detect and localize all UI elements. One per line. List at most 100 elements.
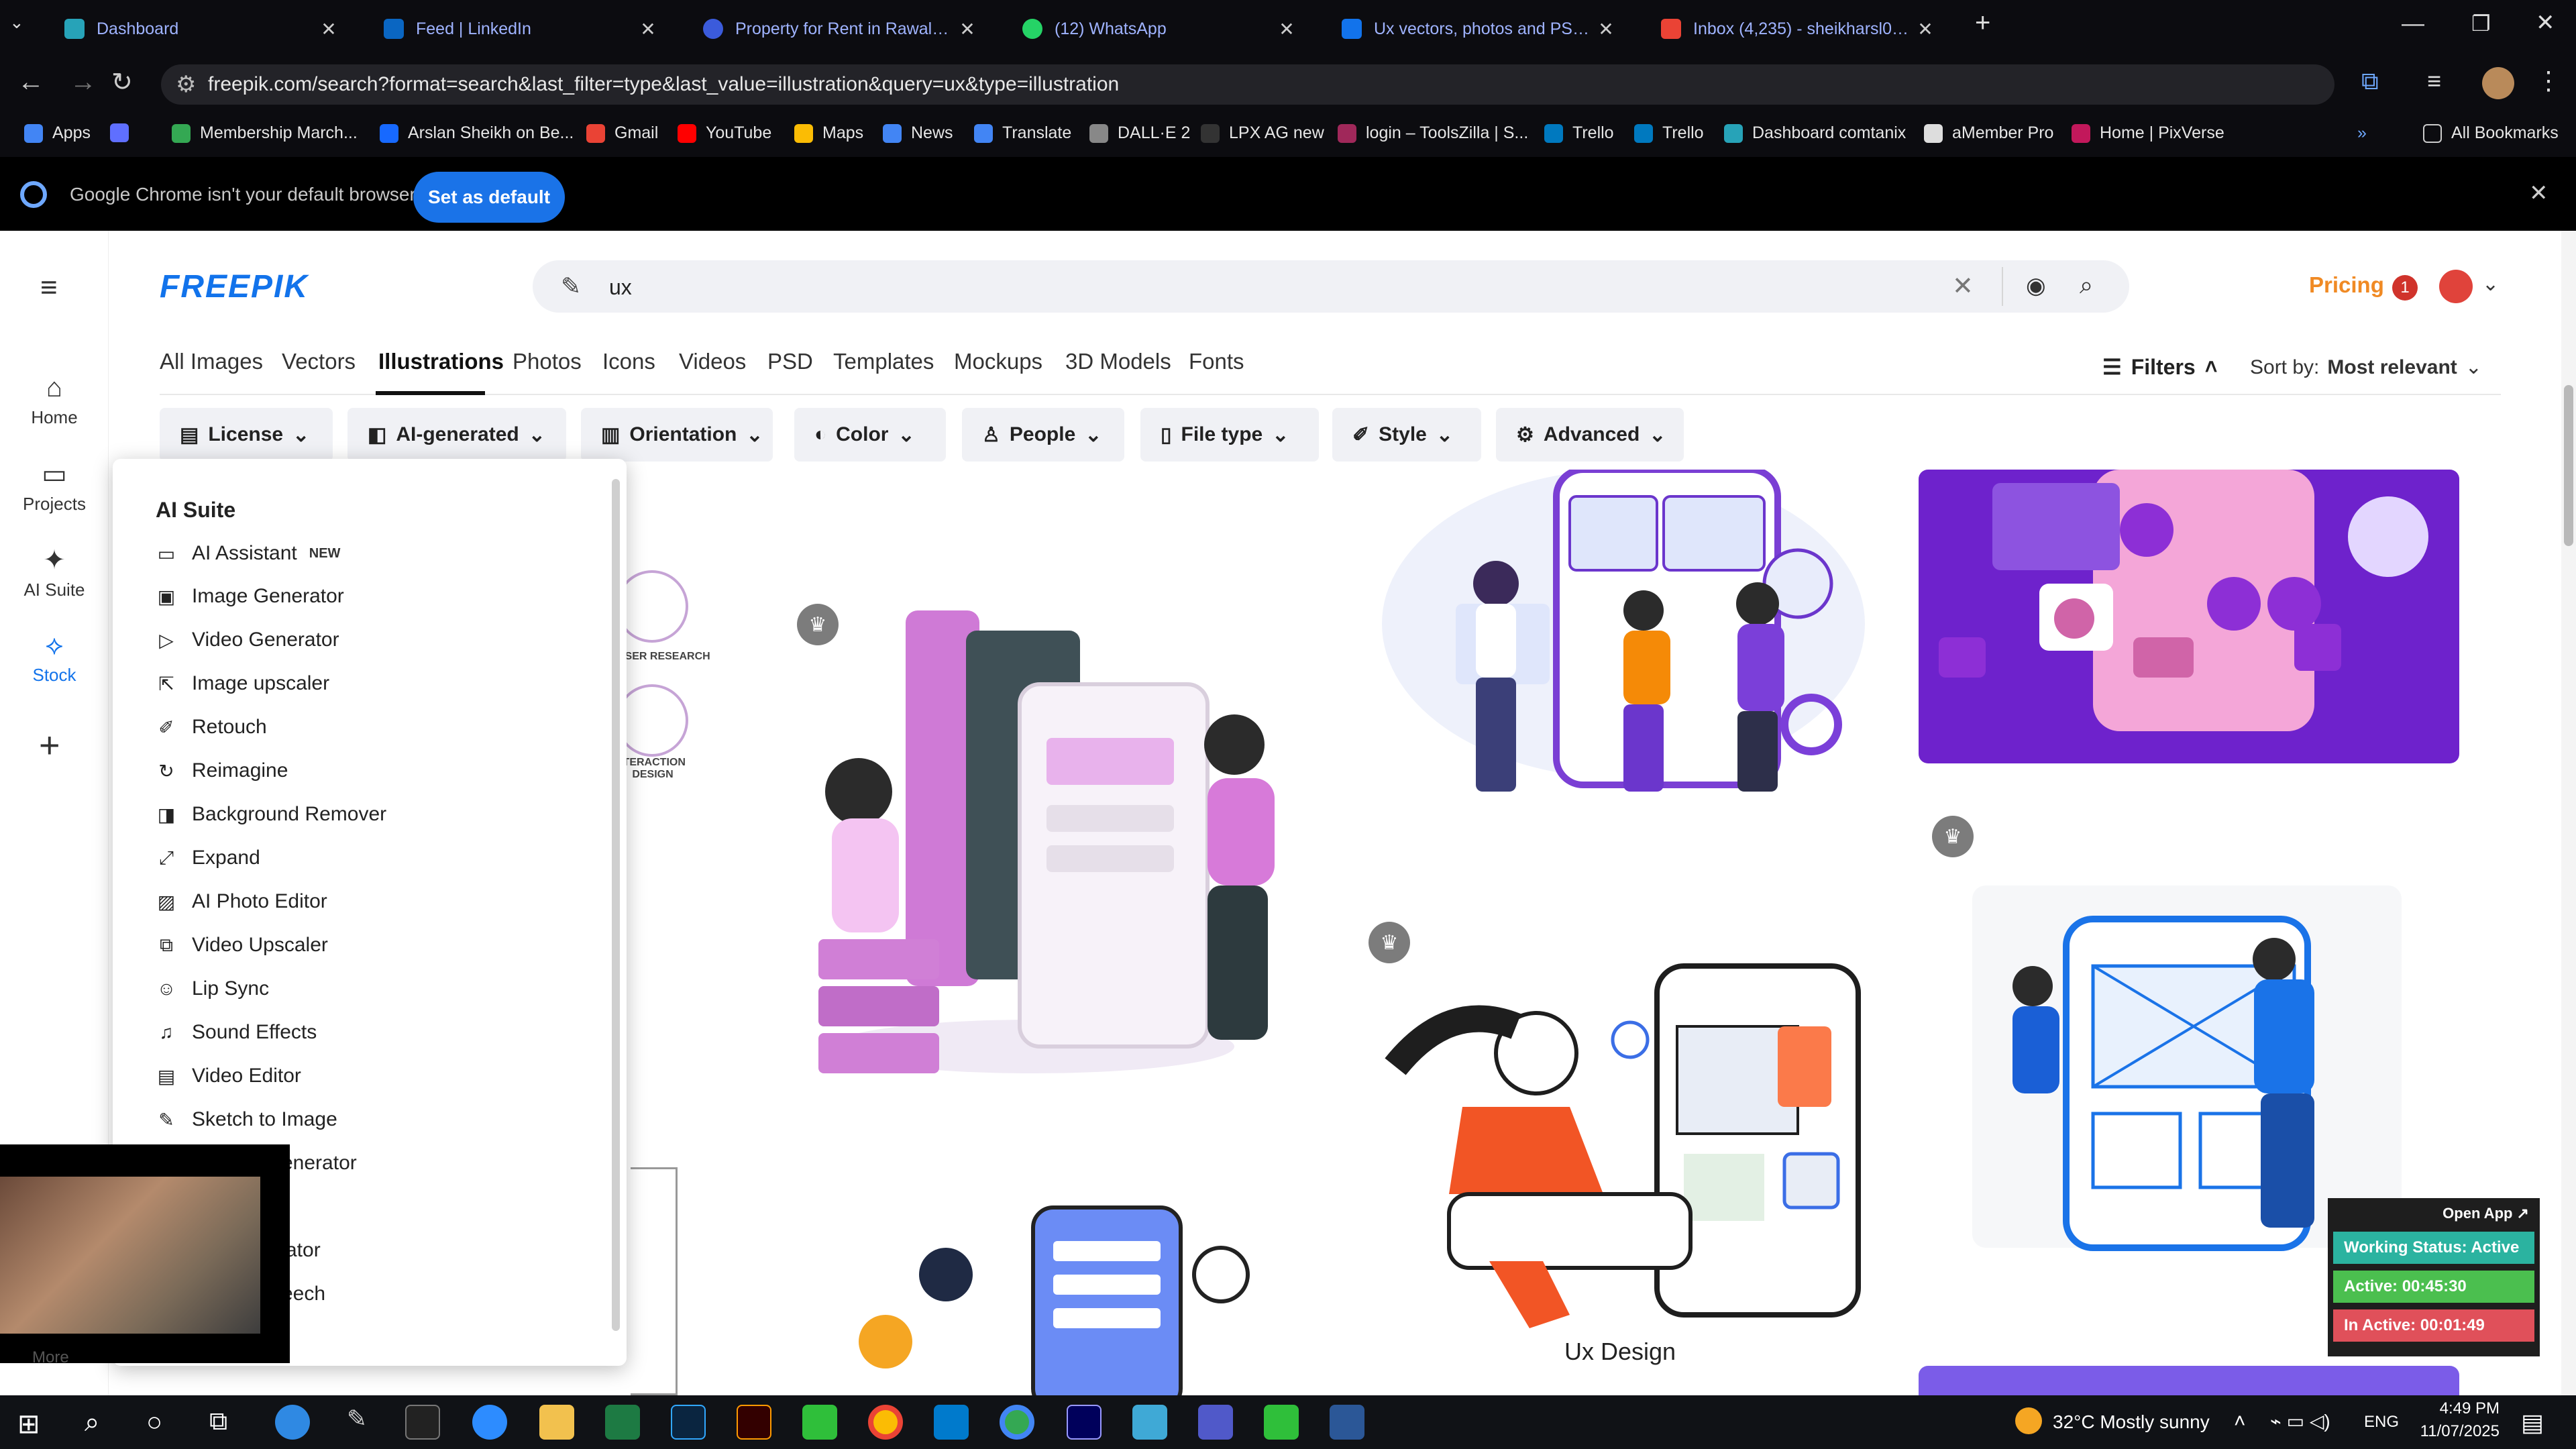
chrome-active-icon[interactable] (1000, 1405, 1034, 1440)
close-window-button[interactable]: ✕ (2536, 9, 2555, 36)
generator-item-partial[interactable]: enerator (282, 1152, 357, 1175)
bookmark-arslan[interactable]: Arslan Sheikh on Be... (380, 123, 574, 143)
tab-3d-models[interactable]: 3D Models (1065, 349, 1171, 374)
ai-assistant-item[interactable]: ▭ AI Assistant NEW (154, 542, 341, 565)
menu-scrollbar[interactable] (612, 479, 620, 1331)
edge-icon[interactable] (275, 1405, 310, 1440)
infobar-close-icon[interactable]: ✕ (2529, 180, 2548, 207)
close-icon[interactable]: ✕ (635, 18, 661, 40)
back-icon[interactable]: ← (17, 67, 44, 97)
menu-dots-icon[interactable]: ⋮ (2536, 66, 2561, 96)
bookmark-maps[interactable]: Maps (794, 123, 863, 143)
notification-center-icon[interactable]: ▤ (2521, 1409, 2544, 1437)
background-remover-item[interactable]: ◨ Background Remover (154, 803, 386, 826)
sketch-to-image-item[interactable]: ✎ Sketch to Image (154, 1108, 337, 1131)
freepik-logo[interactable]: FREEPIK (160, 268, 309, 305)
tab-property[interactable]: Property for Rent in Rawalpindi ✕ (679, 4, 994, 54)
media-icon[interactable]: ≡ (2427, 67, 2441, 95)
language-indicator[interactable]: ENG (2364, 1413, 2399, 1432)
tab-search-icon[interactable]: ⌄ (9, 12, 24, 33)
chrome-taskbar-icon[interactable] (868, 1405, 903, 1440)
reload-icon[interactable]: ↻ (111, 67, 133, 97)
image-card-ux-1[interactable]: ♛ (765, 470, 1315, 1093)
filter-orientation[interactable]: ▥ Orientation ⌄ (581, 408, 773, 462)
tab-illustrations[interactable]: Illustrations (378, 349, 504, 374)
tab-psd[interactable]: PSD (767, 349, 813, 374)
image-generator-item[interactable]: ▣ Image Generator (154, 585, 344, 608)
tab-mockups[interactable]: Mockups (954, 349, 1042, 374)
app-icon[interactable] (1132, 1405, 1167, 1440)
bookmark-youtube[interactable]: YouTube (678, 123, 771, 143)
tab-photos[interactable]: Photos (513, 349, 582, 374)
search-type-icon[interactable]: ✎ (561, 272, 581, 301)
retouch-item[interactable]: ✐ Retouch (154, 716, 266, 739)
filter-color[interactable]: ◐ Color ⌄ (794, 408, 946, 462)
image-card-partial-bottom[interactable] (832, 1201, 1261, 1395)
terminal-icon[interactable] (405, 1405, 440, 1440)
video-pip-overlay[interactable] (0, 1144, 290, 1363)
tab-icons[interactable]: Icons (602, 349, 655, 374)
sort-dropdown[interactable]: Sort by: Most relevant ⌄ (2250, 356, 2482, 379)
profile-avatar[interactable] (2482, 67, 2514, 99)
bookmark-apps[interactable]: Apps (24, 123, 91, 143)
filter-ai-generated[interactable]: ◧ AI-generated ⌄ (347, 408, 566, 462)
bookmark-translate[interactable]: Translate (974, 123, 1071, 143)
bookmark-toolszilla[interactable]: login – ToolsZilla | S... (1338, 123, 1528, 143)
tab-gmail[interactable]: Inbox (4,235) - sheikharsl01@g ✕ (1637, 4, 1952, 54)
filter-people[interactable]: ♙ People ⌄ (962, 408, 1124, 462)
bookmark-dalle[interactable]: DALL·E 2 (1089, 123, 1190, 143)
camera-search-icon[interactable]: ◉ (2026, 272, 2046, 299)
rail-stock[interactable]: ⟡ Stock (0, 631, 109, 686)
add-icon[interactable]: + (39, 724, 60, 766)
clock-date[interactable]: 11/07/2025 (2412, 1422, 2500, 1441)
tab-vectors[interactable]: Vectors (282, 349, 356, 374)
tab-linkedin[interactable]: Feed | LinkedIn ✕ (360, 4, 675, 54)
bookmark-trello-2[interactable]: Trello (1634, 123, 1704, 143)
rail-projects[interactable]: ▭ Projects (0, 459, 109, 515)
reimagine-item[interactable]: ↻ Reimagine (154, 759, 288, 782)
chevron-down-icon[interactable]: ⌄ (2482, 272, 2499, 296)
restore-button[interactable]: ❐ (2471, 11, 2491, 36)
filter-style[interactable]: ✐ Style ⌄ (1332, 408, 1481, 462)
windows-start-icon[interactable]: ⊞ (17, 1409, 40, 1440)
tray-up-icon[interactable]: ˄ (2234, 1410, 2246, 1433)
illustrator-icon[interactable] (737, 1405, 771, 1440)
search-input[interactable]: ux (609, 275, 632, 300)
video-generator-item[interactable]: ▷ Video Generator (154, 629, 339, 651)
cortana-icon[interactable]: ○ (146, 1407, 162, 1438)
url-bar[interactable]: ⚙ freepik.com/search?format=search&last_… (161, 64, 2334, 105)
close-icon[interactable]: ✕ (1593, 18, 1619, 40)
all-bookmarks[interactable]: All Bookmarks (2423, 123, 2559, 143)
bookmark-gmail[interactable]: Gmail (586, 123, 658, 143)
search-icon[interactable]: ⌕ (85, 1407, 99, 1438)
zoom-icon[interactable] (472, 1405, 507, 1440)
word-icon[interactable] (1330, 1405, 1364, 1440)
green-app-2-icon[interactable] (1264, 1405, 1299, 1440)
page-scrollbar[interactable] (2561, 231, 2576, 1395)
teams-icon[interactable] (1198, 1405, 1233, 1440)
expand-item[interactable]: ⤢ Expand (154, 847, 260, 869)
video-editor-item[interactable]: ▤ Video Editor (154, 1065, 301, 1087)
ator-item-partial[interactable]: ator (286, 1239, 321, 1262)
weather-text[interactable]: 32°C Mostly sunny (2053, 1411, 2210, 1433)
rail-ai-suite[interactable]: ✦ AI Suite (0, 545, 109, 600)
tab-templates[interactable]: Templates (833, 349, 934, 374)
image-upscaler-item[interactable]: ⇱ Image upscaler (154, 672, 329, 695)
close-icon[interactable]: ✕ (315, 18, 342, 40)
open-app-link[interactable]: Open App ↗ (2328, 1205, 2529, 1222)
bookmark-trello-1[interactable]: Trello (1544, 123, 1614, 143)
bookmark-amember[interactable]: aMember Pro (1924, 123, 2053, 143)
sound-effects-item[interactable]: ♫ Sound Effects (154, 1021, 317, 1044)
filter-file-type[interactable]: ▯ File type ⌄ (1140, 408, 1319, 462)
search-bar[interactable]: ✎ ux ✕ ◉ ⌕ (533, 260, 2129, 313)
filter-license[interactable]: ▤ License ⌄ (160, 408, 333, 462)
tray-icons[interactable]: ⌁ ▭ ◁) (2270, 1410, 2330, 1432)
tab-whatsapp[interactable]: (12) WhatsApp ✕ (998, 4, 1313, 54)
bookmark-lpx[interactable]: LPX AG new (1201, 123, 1324, 143)
tab-dashboard[interactable]: Dashboard ✕ (40, 4, 356, 54)
vscode-icon[interactable] (934, 1405, 969, 1440)
premiere-icon[interactable] (1067, 1405, 1102, 1440)
image-card-ux-2[interactable] (1368, 470, 1872, 845)
site-info-icon[interactable]: ⚙ (176, 71, 196, 98)
bookmark-news[interactable]: News (883, 123, 953, 143)
